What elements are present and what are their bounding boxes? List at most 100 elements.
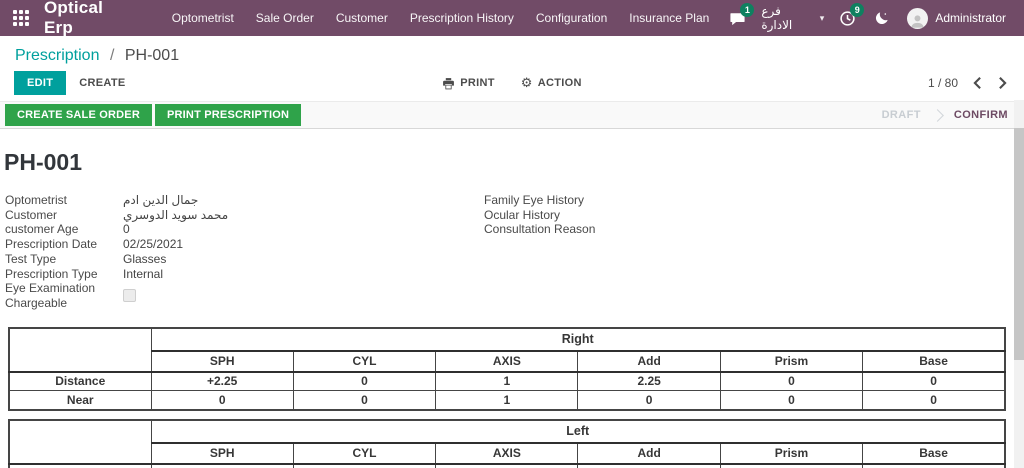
app-brand: Optical Erp [44,0,137,38]
field-family-eye-history: Family Eye History [484,193,644,208]
cell-add: 0 [578,391,720,410]
gear-icon: ⚙ [521,75,533,91]
field-customer-age: customer Age 0 [5,222,475,237]
breadcrumb: Prescription / PH-001 [0,36,1024,65]
messages-badge: 1 [740,3,754,17]
action-menu[interactable]: ⚙ ACTION [521,75,582,91]
field-label: Family Eye History [484,193,644,208]
user-name: Administrator [935,11,1006,25]
action-label: ACTION [538,77,582,89]
printer-icon [442,77,455,90]
field-test-type: Test Type Glasses [5,252,475,267]
col-prism: Prism [720,443,862,464]
menu-sale-order[interactable]: Sale Order [245,0,325,36]
breadcrumb-parent-link[interactable]: Prescription [15,47,99,64]
left-eye-title: Left [151,420,1005,443]
top-navbar: Optical Erp Optometrist Sale Order Custo… [0,0,1024,36]
print-prescription-button[interactable]: PRINT PRESCRIPTION [155,104,301,126]
field-groups: Optometrist جمال الدين ادم Customer محمد… [5,193,1006,311]
cell-cyl: 0 [293,391,435,410]
scrollbar-thumb[interactable] [1014,128,1024,360]
col-prism: Prism [720,351,862,372]
field-value: Glasses [123,252,166,267]
right-eye-title: Right [151,328,1005,351]
field-group-left: Optometrist جمال الدين ادم Customer محمد… [5,193,475,311]
col-base: Base [863,443,1005,464]
print-menu[interactable]: PRINT [442,75,495,91]
pager: 1 / 80 [928,76,1008,90]
cell-base: 0 [863,391,1005,410]
col-sph: SPH [151,351,293,372]
company-switcher[interactable]: فرع الادارة ▾ [755,4,830,32]
status-draft[interactable]: DRAFT [882,109,921,121]
breadcrumb-current: PH-001 [125,47,179,64]
moon-icon [874,10,890,26]
company-name: فرع الادارة [761,4,814,32]
chargeable-checkbox[interactable] [123,289,136,302]
status-states: DRAFT CONFIRM [882,109,1008,121]
field-label: customer Age [5,222,123,237]
form-sheet: PH-001 Optometrist جمال الدين ادم Custom… [0,149,1024,468]
messages-button[interactable]: 1 [720,0,755,36]
field-label: Prescription Date [5,237,123,252]
table-corner-cell [9,328,151,372]
col-base: Base [863,351,1005,372]
table-row-near: Near 0 0 1 0 0 0 [9,391,1005,410]
user-menu[interactable]: Administrator [899,8,1014,29]
pager-previous-icon[interactable] [972,76,983,90]
field-label: Prescription Type [5,267,123,282]
field-group-right: Family Eye History Ocular History Consul… [484,193,644,237]
cell-axis: 1 [436,372,578,391]
cell-add: 2.25 [578,372,720,391]
apps-menu-button[interactable] [0,0,42,36]
chevron-down-icon: ▾ [820,13,825,24]
cell-sph: +2.25 [151,372,293,391]
cell-cyl: 0 [293,372,435,391]
field-value: جمال الدين ادم [123,193,198,208]
field-ocular-history: Ocular History [484,208,644,223]
field-value: Internal [123,267,163,282]
main-menu: Optometrist Sale Order Customer Prescrip… [161,0,721,36]
cell-axis: 1 [436,391,578,410]
field-label: Test Type [5,252,123,267]
record-title: PH-001 [4,149,1006,176]
control-panel: EDIT CREATE PRINT ⚙ ACTION 1 / 80 [0,65,1024,101]
field-value: محمد سويد الدوسري [123,208,228,223]
menu-optometrist[interactable]: Optometrist [161,0,245,36]
vertical-scrollbar[interactable] [1014,100,1024,468]
field-label: Consultation Reason [484,222,644,237]
row-label [9,464,151,468]
left-eye-table: Left SPH CYL AXIS Add Prism Base [8,419,1006,468]
menu-customer[interactable]: Customer [325,0,399,36]
avatar [907,8,928,29]
field-optometrist: Optometrist جمال الدين ادم [5,193,475,208]
table-row-distance: Distance +2.25 0 1 2.25 0 0 [9,372,1005,391]
field-label: Customer [5,208,123,223]
col-axis: AXIS [436,443,578,464]
status-arrow-icon [931,109,944,122]
field-label: Ocular History [484,208,644,223]
dark-mode-toggle[interactable] [865,0,899,36]
form-statusbar: CREATE SALE ORDER PRINT PRESCRIPTION DRA… [0,101,1024,129]
table-corner-cell [9,420,151,464]
create-button[interactable]: CREATE [66,71,138,95]
col-cyl: CYL [293,443,435,464]
cell-base: 0 [863,372,1005,391]
menu-prescription-history[interactable]: Prescription History [399,0,525,36]
menu-configuration[interactable]: Configuration [525,0,618,36]
col-sph: SPH [151,443,293,464]
field-value: 02/25/2021 [123,237,183,252]
row-label: Near [9,391,151,410]
field-label: Eye Examination Chargeable [5,281,117,310]
row-label: Distance [9,372,151,391]
menu-insurance-plan[interactable]: Insurance Plan [618,0,720,36]
right-eye-table: Right SPH CYL AXIS Add Prism Base Distan… [8,327,1006,411]
create-sale-order-button[interactable]: CREATE SALE ORDER [5,104,152,126]
edit-button[interactable]: EDIT [14,71,66,95]
cell-prism: 0 [720,372,862,391]
pager-value[interactable]: 1 / 80 [928,76,958,90]
activities-button[interactable]: 9 [830,0,865,36]
cell-prism: 0 [720,391,862,410]
pager-next-icon[interactable] [997,76,1008,90]
status-confirm[interactable]: CONFIRM [954,109,1008,121]
